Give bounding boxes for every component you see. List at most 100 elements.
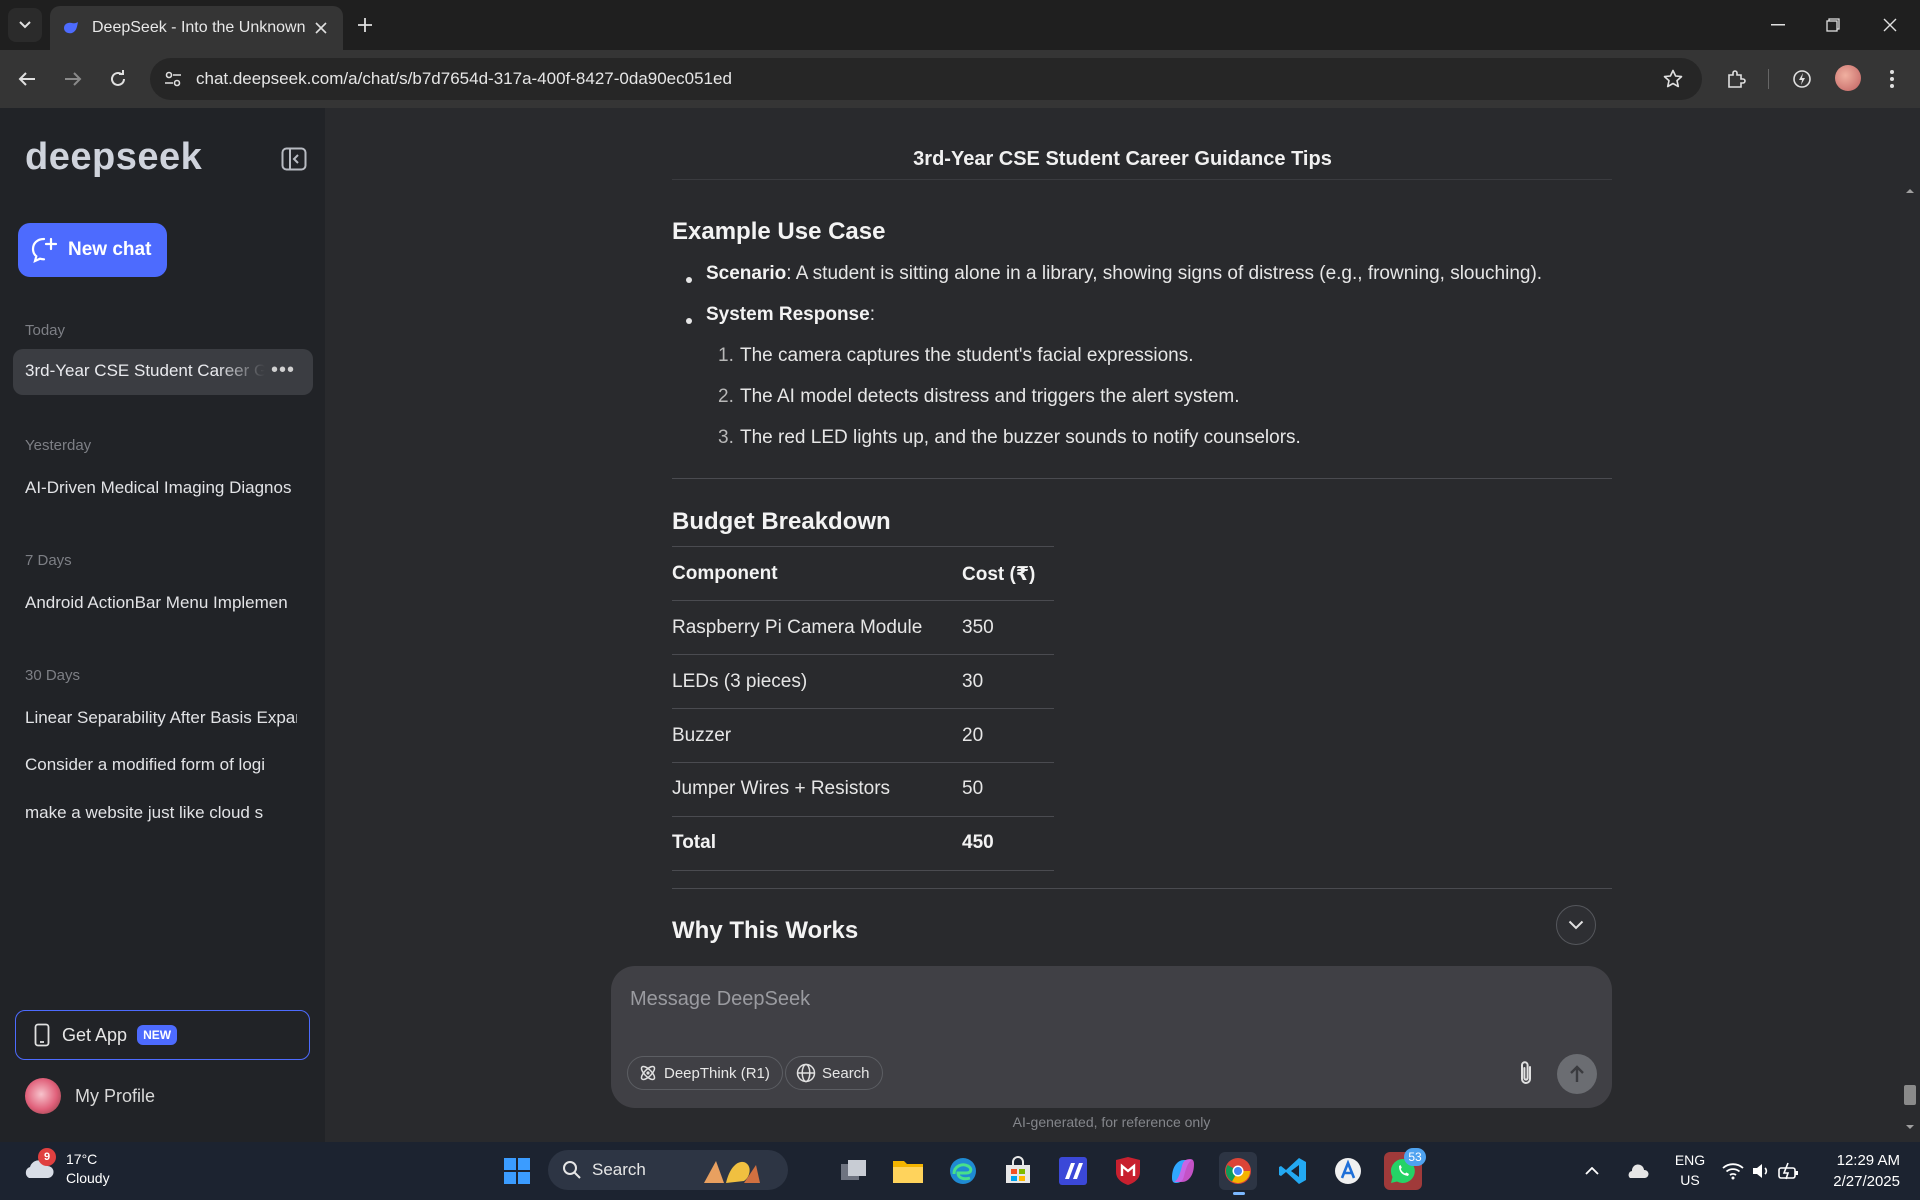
copilot-button[interactable] [1164, 1152, 1202, 1190]
sidebar-chat-item[interactable]: AI-Driven Medical Imaging Diagnos [25, 478, 297, 498]
scenario-label: Scenario [706, 263, 787, 284]
table-total-cell: 450 [962, 832, 994, 853]
app-a-icon [1335, 1158, 1361, 1184]
scrollbar-thumb[interactable] [1904, 1085, 1916, 1105]
response-colon: : [869, 304, 875, 325]
search-highlight-icon [703, 1161, 760, 1183]
bullet-marker [686, 318, 692, 324]
sidebar-chat-item[interactable]: Android ActionBar Menu Implemen [25, 593, 297, 613]
back-button[interactable] [13, 65, 41, 93]
more-options-icon[interactable]: ••• [271, 359, 295, 382]
sidebar-chat-item[interactable]: Linear Separability After Basis Expar [25, 708, 297, 728]
bookmark-star-icon[interactable] [1660, 66, 1686, 92]
browser-menu-button[interactable] [1878, 65, 1906, 93]
send-button[interactable] [1557, 1054, 1597, 1094]
step-text: The camera captures the student's facial… [740, 345, 1194, 366]
performance-button[interactable] [1788, 65, 1816, 93]
task-view-button[interactable] [835, 1152, 873, 1190]
deepseek-whale-icon [64, 22, 78, 34]
clock-time: 12:29 AM [1836, 1152, 1900, 1169]
sidebar-chat-item-active[interactable]: 3rd-Year CSE Student Career Guidance Tip… [13, 349, 313, 395]
wifi-button[interactable] [1720, 1152, 1746, 1190]
folder-icon [893, 1161, 923, 1183]
avatar [25, 1078, 61, 1114]
address-bar[interactable]: chat.deepseek.com/a/chat/s/b7d7654d-317a… [150, 58, 1702, 100]
whatsapp-button[interactable]: 53 [1384, 1148, 1426, 1190]
message-composer[interactable]: Message DeepSeek DeepThink (R1) Search [611, 966, 1612, 1108]
paperclip-icon [1521, 1061, 1531, 1084]
profile-button[interactable]: My Profile [25, 1078, 155, 1114]
task-view-icon [841, 1160, 866, 1180]
profile-label: My Profile [75, 1085, 156, 1106]
deepthink-toggle[interactable]: DeepThink (R1) [627, 1056, 783, 1090]
mcafee-button[interactable] [1109, 1152, 1147, 1190]
windows-start-button[interactable] [498, 1152, 536, 1190]
sidebar-chat-item[interactable]: make a website just like cloud s [25, 803, 297, 823]
search-icon [563, 1161, 581, 1179]
sidebar-chat-item[interactable]: Consider a modified form of logi [25, 755, 297, 775]
sidebar: deepseek New chat Today 3rd-Year CSE Stu… [0, 108, 325, 1142]
arrow-up-icon [1570, 1065, 1584, 1082]
reload-button[interactable] [104, 65, 132, 93]
browser-tab-bar: DeepSeek - Into the Unknown [0, 0, 1920, 50]
battery-charging-icon [1778, 1162, 1798, 1180]
minimize-button[interactable] [1758, 10, 1798, 40]
extensions-button[interactable] [1722, 65, 1750, 93]
table-border [672, 708, 1054, 709]
tab-search-button[interactable] [8, 8, 42, 42]
chevron-down-icon [19, 21, 31, 29]
ms-store-button[interactable] [999, 1152, 1037, 1190]
weather-text: 17°C Cloudy [66, 1150, 110, 1188]
message-input-placeholder[interactable]: Message DeepSeek [630, 988, 810, 1011]
search-toggle[interactable]: Search [785, 1056, 883, 1090]
vscode-button[interactable] [1274, 1152, 1312, 1190]
speaker-icon [1753, 1164, 1768, 1178]
app-blue-button[interactable] [1054, 1152, 1092, 1190]
language-indicator[interactable]: ENG US [1672, 1150, 1708, 1190]
weather-widget[interactable]: 9 17°C Cloudy [20, 1148, 110, 1188]
collapse-sidebar-button[interactable] [280, 146, 308, 172]
step-text: The red LED lights up, and the buzzer so… [740, 427, 1301, 448]
section-divider [672, 478, 1612, 479]
section-label-today: Today [25, 322, 66, 339]
scroll-down-arrow-icon[interactable] [1905, 1122, 1915, 1132]
response-label: System Response [706, 304, 870, 325]
get-app-button[interactable]: Get App NEW [15, 1010, 310, 1060]
chrome-button-active[interactable] [1219, 1152, 1257, 1195]
volume-button[interactable] [1748, 1152, 1774, 1190]
weather-desc: Cloudy [66, 1170, 110, 1186]
close-tab-icon[interactable] [311, 18, 331, 38]
scroll-to-bottom-button[interactable] [1556, 905, 1596, 945]
close-window-button[interactable] [1870, 10, 1910, 40]
unread-badge: 53 [1404, 1148, 1426, 1166]
battery-button[interactable] [1776, 1152, 1802, 1190]
edge-icon [950, 1158, 976, 1184]
browser-profile-avatar[interactable] [1835, 65, 1861, 91]
reload-icon [111, 70, 125, 86]
edge-button[interactable] [944, 1152, 982, 1190]
file-explorer-button[interactable] [889, 1152, 927, 1190]
new-chat-button[interactable]: New chat [18, 223, 167, 277]
browser-tab-active[interactable]: DeepSeek - Into the Unknown [50, 6, 343, 50]
show-hidden-icons-button[interactable] [1580, 1152, 1604, 1190]
table-border [672, 654, 1054, 655]
chat-main: 3rd-Year CSE Student Career Guidance Tip… [325, 108, 1920, 1142]
new-tab-button[interactable] [352, 12, 378, 38]
forward-button[interactable] [59, 65, 87, 93]
heading-why: Why This Works [672, 917, 859, 944]
step-text: The AI model detects distress and trigge… [740, 386, 1240, 407]
taskbar-search[interactable]: Search [548, 1150, 788, 1190]
store-icon [1006, 1156, 1030, 1183]
scroll-up-arrow-icon[interactable] [1905, 186, 1915, 196]
onedrive-button[interactable] [1622, 1152, 1652, 1190]
app-a-button[interactable] [1329, 1152, 1367, 1190]
page-scrollbar[interactable] [1900, 180, 1920, 1142]
site-info-icon[interactable] [160, 66, 186, 92]
response-line: System Response: [706, 304, 875, 326]
shield-m-icon [1116, 1157, 1140, 1185]
speed-gauge-icon [1793, 70, 1811, 88]
table-cell: Jumper Wires + Resistors [672, 778, 891, 799]
restore-button[interactable] [1813, 10, 1853, 40]
attach-file-button[interactable] [1511, 1058, 1541, 1088]
system-clock[interactable]: 12:29 AM 2/27/2025 [1820, 1150, 1900, 1192]
